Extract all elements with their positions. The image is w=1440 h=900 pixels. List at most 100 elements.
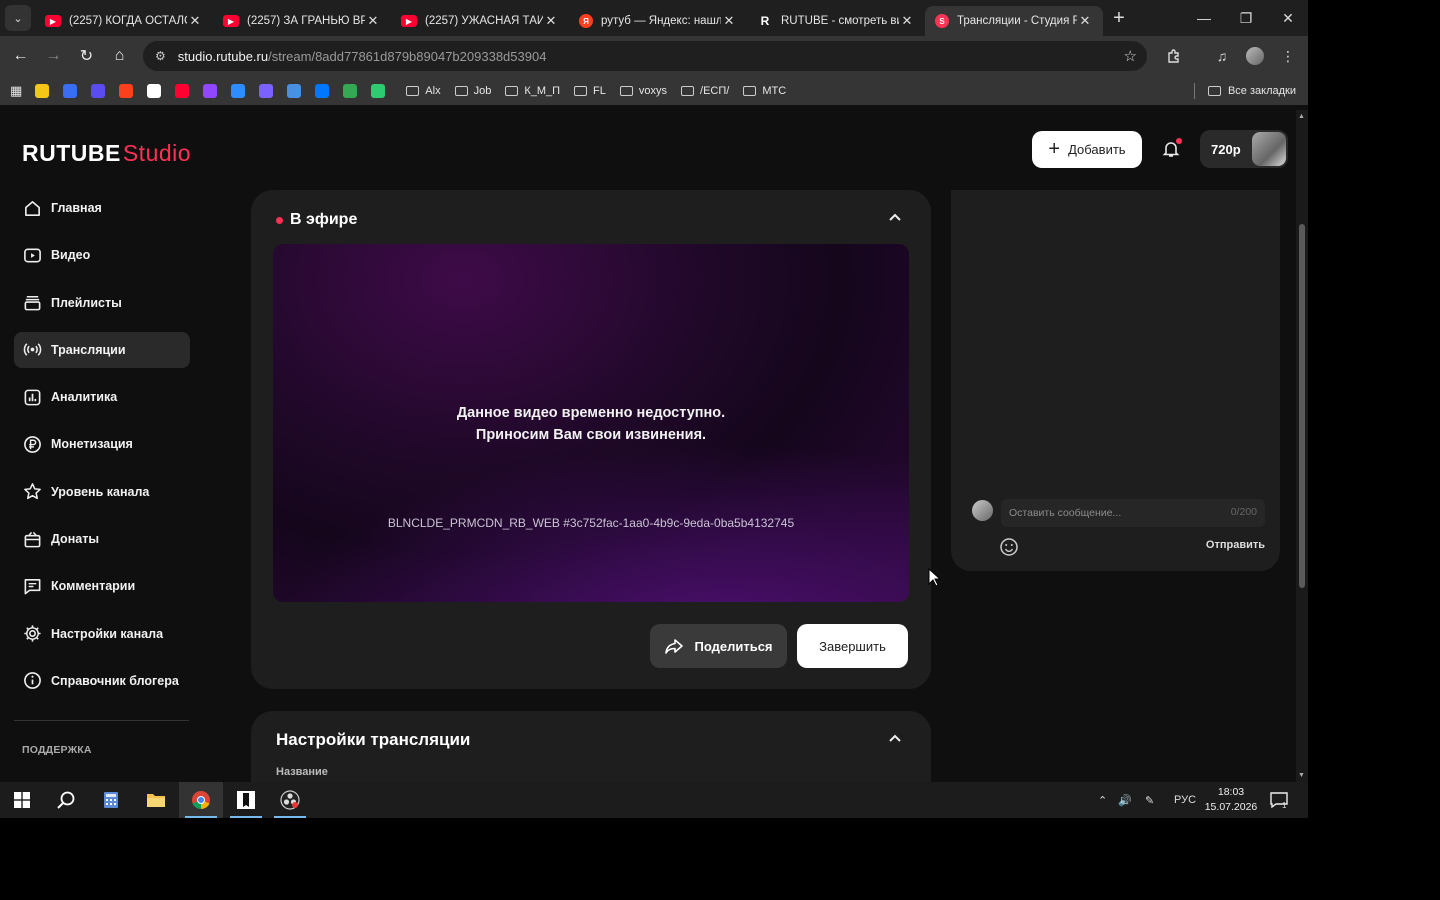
sidebar-item[interactable]: Справочник блогера (14, 663, 190, 699)
live-indicator-dot (276, 216, 283, 224)
notifications-button[interactable] (1158, 136, 1184, 162)
chat-placeholder: Оставить сообщение... (1009, 507, 1122, 519)
scroll-down-icon[interactable]: ▼ (1298, 772, 1305, 779)
chevron-up-icon[interactable] (887, 210, 903, 226)
site-info-icon[interactable]: ⚙ (155, 49, 166, 63)
back-button[interactable]: ← (4, 47, 37, 65)
sidebar-item[interactable]: Плейлисты (14, 285, 190, 321)
sidebar-item[interactable]: Трансляции (14, 331, 190, 368)
browser-tab-active[interactable]: S Трансляции - Студия R ✕ (925, 6, 1103, 36)
tab-search-button[interactable]: ⌄ (5, 5, 31, 31)
bookmark-folder[interactable]: К_М_П (505, 85, 560, 97)
sidebar-item[interactable]: Аналитика (14, 379, 190, 415)
plus-icon: + (1113, 6, 1125, 29)
bookmark-star-icon[interactable]: ☆ (1124, 47, 1137, 65)
emoji-icon[interactable] (999, 537, 1019, 557)
notification-center-button[interactable]: 1 (1270, 782, 1288, 818)
bookmark-icon[interactable] (259, 83, 274, 98)
bookmark-icon[interactable] (119, 83, 134, 98)
sidebar-item[interactable]: Главная (14, 190, 190, 226)
close-icon[interactable]: ✕ (365, 13, 381, 29)
browser-tab[interactable]: Я рутуб — Яндекс: нашл ✕ (569, 6, 747, 36)
video-player[interactable]: Данное видео временно недоступно. Принос… (273, 244, 909, 602)
notification-dot (1176, 138, 1182, 144)
search-button[interactable] (44, 782, 88, 818)
sidebar-item[interactable]: Видео (14, 237, 190, 273)
language-indicator[interactable]: РУС (1174, 782, 1196, 818)
extensions-icon[interactable] (1162, 44, 1186, 68)
taskbar-chrome[interactable] (179, 782, 223, 818)
bookmark-icon[interactable] (91, 83, 106, 98)
profile-avatar[interactable] (1243, 44, 1267, 68)
add-button[interactable]: + Добавить (1032, 131, 1142, 168)
close-icon[interactable]: ✕ (721, 13, 737, 29)
home-button[interactable]: ⌂ (103, 47, 136, 65)
taskbar-calculator[interactable] (89, 782, 133, 818)
sidebar-item[interactable]: Донаты (14, 521, 190, 557)
sidebar-item-label: Уровень канала (51, 484, 150, 499)
restore-button[interactable]: ❐ (1225, 0, 1267, 36)
windows-taskbar: ⌃ 🔊 ✎ РУС 18:03 15.07.2026 1 (0, 782, 1308, 818)
bookmark-icon[interactable] (63, 83, 78, 98)
tab-title: рутуб — Яндекс: нашл (601, 15, 721, 27)
sidebar-item[interactable]: Настройки канала (14, 616, 190, 652)
apps-grid-icon[interactable]: ▦ (10, 83, 22, 99)
end-stream-button[interactable]: Завершить (797, 624, 908, 668)
bookmark-icon[interactable] (343, 83, 358, 98)
bookmark-icon[interactable] (147, 83, 162, 98)
user-avatar[interactable] (1252, 132, 1286, 166)
start-button[interactable] (0, 782, 44, 818)
bookmark-folder[interactable]: Alx (406, 85, 441, 97)
browser-tab[interactable]: ▶ (2257) УЖАСНАЯ ТАЙН ✕ (391, 6, 569, 36)
quality-selector[interactable]: 720p (1200, 130, 1288, 168)
clock[interactable]: 18:03 15.07.2026 (1203, 785, 1259, 815)
volume-icon[interactable]: 🔊 (1118, 782, 1132, 818)
reload-button[interactable]: ↻ (70, 46, 103, 66)
close-window-button[interactable]: ✕ (1267, 0, 1308, 36)
scroll-up-icon[interactable]: ▲ (1298, 113, 1305, 120)
bookmark-icon[interactable] (371, 83, 386, 98)
plus-icon: + (1048, 138, 1061, 160)
minimize-button[interactable]: — (1183, 0, 1225, 36)
forward-button[interactable]: → (37, 47, 70, 65)
browser-tab[interactable]: ▶ (2257) ЗА ГРАНЬЮ ВРЕ ✕ (213, 6, 391, 36)
bookmark-icon[interactable] (35, 83, 50, 98)
tab-title: (2257) ЗА ГРАНЬЮ ВРЕ (247, 15, 365, 27)
bookmark-icon[interactable] (175, 83, 190, 98)
new-tab-button[interactable]: + (1105, 7, 1133, 30)
media-control-icon[interactable]: ♫ (1210, 44, 1234, 68)
all-bookmarks-button[interactable]: Все закладки (1207, 85, 1296, 97)
chat-send-button[interactable]: Отправить (1206, 539, 1265, 551)
close-icon[interactable]: ✕ (1077, 13, 1093, 29)
taskbar-obs[interactable] (268, 782, 312, 818)
bookmark-folder[interactable]: voxys (619, 85, 667, 97)
bookmark-icon[interactable] (231, 83, 246, 98)
pen-icon[interactable]: ✎ (1145, 782, 1154, 818)
rutube-studio-logo[interactable]: RUTUBEStudio (22, 140, 191, 167)
sidebar-item[interactable]: Монетизация (14, 426, 190, 462)
browser-tab[interactable]: ▶ (2257) КОГДА ОСТАЛС ✕ (35, 6, 213, 36)
taskbar-app[interactable] (224, 782, 268, 818)
tray-overflow-button[interactable]: ⌃ (1098, 782, 1107, 818)
browser-tab[interactable]: R RUTUBE - смотреть ви ✕ (747, 6, 925, 36)
bookmark-folder[interactable]: Job (454, 85, 491, 97)
bookmark-folder[interactable]: МТС (743, 85, 786, 97)
taskbar-file-explorer[interactable] (134, 782, 178, 818)
sidebar-item[interactable]: Уровень канала (14, 474, 190, 510)
chevron-up-icon[interactable] (887, 731, 903, 747)
share-button[interactable]: Поделиться (650, 624, 787, 668)
bookmark-icon[interactable] (287, 83, 302, 98)
page-scrollbar[interactable]: ▲ ▼ (1296, 110, 1308, 782)
bookmark-folder[interactable]: /ЕСП/ (681, 85, 729, 97)
scrollbar-thumb[interactable] (1299, 224, 1305, 588)
address-bar[interactable]: ⚙ studio.rutube.ru/stream/8add77861d879b… (143, 41, 1147, 71)
close-icon[interactable]: ✕ (543, 13, 559, 29)
bookmark-icon[interactable] (203, 83, 218, 98)
bookmark-icon[interactable] (315, 83, 330, 98)
chat-message-input[interactable]: Оставить сообщение... 0/200 (1001, 499, 1265, 527)
more-menu-icon[interactable]: ⋮ (1276, 44, 1300, 68)
close-icon[interactable]: ✕ (187, 13, 203, 29)
sidebar-item[interactable]: Комментарии (14, 568, 190, 604)
close-icon[interactable]: ✕ (899, 13, 915, 29)
bookmark-folder[interactable]: FL (574, 85, 606, 97)
